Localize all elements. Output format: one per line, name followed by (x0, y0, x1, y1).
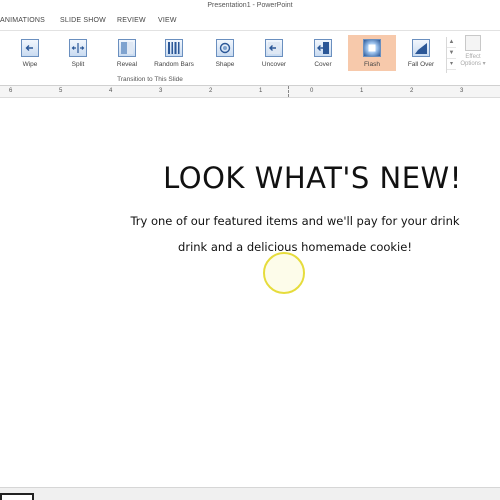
transition-uncover[interactable]: Uncover (250, 35, 298, 71)
effect-options-icon (465, 35, 481, 51)
gallery-scroll: ▲ ▼ ▾ (446, 37, 456, 73)
slide-body-line-1[interactable]: Try one of our featured items and we'll … (120, 214, 470, 228)
transition-label: Cover (314, 61, 332, 68)
transition-wipe[interactable]: Wipe (6, 35, 54, 71)
transition-label: Fall Over (407, 61, 435, 68)
wipe-transition-icon (21, 39, 39, 57)
transition-random-bars[interactable]: Random Bars (150, 35, 198, 71)
shape-transition-icon (216, 39, 234, 57)
transition-fall-over[interactable]: Fall Over (397, 35, 445, 71)
flash-transition-icon (363, 39, 381, 57)
transition-flash[interactable]: Flash (348, 35, 396, 71)
transition-split[interactable]: Split (54, 35, 102, 71)
reveal-transition-icon (118, 39, 136, 57)
gallery-scroll-down-icon[interactable]: ▼ (447, 48, 456, 59)
ribbon-tabs: ANIMATIONS SLIDE SHOW REVIEW VIEW (0, 14, 500, 30)
ruler-label: 3 (159, 88, 163, 94)
split-transition-icon (69, 39, 87, 57)
transition-label: Uncover (261, 61, 287, 68)
status-bar (0, 487, 500, 500)
group-label-transition: Transition to This Slide (117, 76, 183, 83)
ruler-label: 2 (410, 88, 414, 94)
ruler-label: 1 (360, 88, 364, 94)
ruler-label: 1 (259, 88, 263, 94)
transition-cover[interactable]: Cover (299, 35, 347, 71)
transition-reveal[interactable]: Reveal (103, 35, 151, 71)
tab-review[interactable]: REVIEW (117, 17, 146, 24)
transition-gallery: Wipe Split Reveal Random Bars Shape Unco… (0, 33, 460, 73)
ruler-label: 2 (209, 88, 213, 94)
gallery-more-icon[interactable]: ▾ (447, 59, 456, 70)
effect-options-button[interactable]: Effect Options ▾ (459, 35, 487, 75)
uncover-transition-icon (265, 39, 283, 57)
tab-slide-show[interactable]: SLIDE SHOW (60, 17, 106, 24)
transition-label: Shape (215, 61, 235, 68)
ruler-label: 4 (109, 88, 113, 94)
ruler-cursor-marker (288, 86, 289, 97)
transition-label: Random Bars (154, 61, 194, 68)
random-bars-transition-icon (165, 39, 183, 57)
ruler-label: 0 (310, 88, 314, 94)
transition-label: Split (71, 61, 85, 68)
ruler-label: 3 (460, 88, 464, 94)
ruler-label: 5 (59, 88, 63, 94)
slide-headline[interactable]: LOOK WHAT'S NEW! (150, 161, 475, 195)
title-bar: Presentation1 - PowerPoint (0, 0, 500, 14)
effect-options-label: Effect Options ▾ (460, 54, 486, 67)
window-title: Presentation1 - PowerPoint (207, 2, 293, 9)
transition-shape[interactable]: Shape (201, 35, 249, 71)
ruler-label: 6 (9, 88, 13, 94)
gallery-scroll-up-icon[interactable]: ▲ (447, 37, 456, 48)
slide-canvas[interactable] (0, 99, 500, 487)
cover-transition-icon (314, 39, 332, 57)
cursor-highlight (263, 252, 305, 294)
slide-body-line-2[interactable]: drink and a delicious homemade cookie! (120, 240, 470, 254)
fall-over-transition-icon (412, 39, 430, 57)
tab-animations[interactable]: ANIMATIONS (0, 17, 45, 24)
tab-view[interactable]: VIEW (158, 17, 177, 24)
transition-label: Reveal (116, 61, 138, 68)
horizontal-ruler: 6 5 4 3 2 1 0 1 2 3 (0, 86, 500, 98)
transition-label: Wipe (22, 61, 38, 68)
slide-thumbnail[interactable] (0, 493, 34, 500)
transition-label: Flash (364, 61, 380, 68)
ribbon-transitions: Wipe Split Reveal Random Bars Shape Unco… (0, 30, 500, 86)
